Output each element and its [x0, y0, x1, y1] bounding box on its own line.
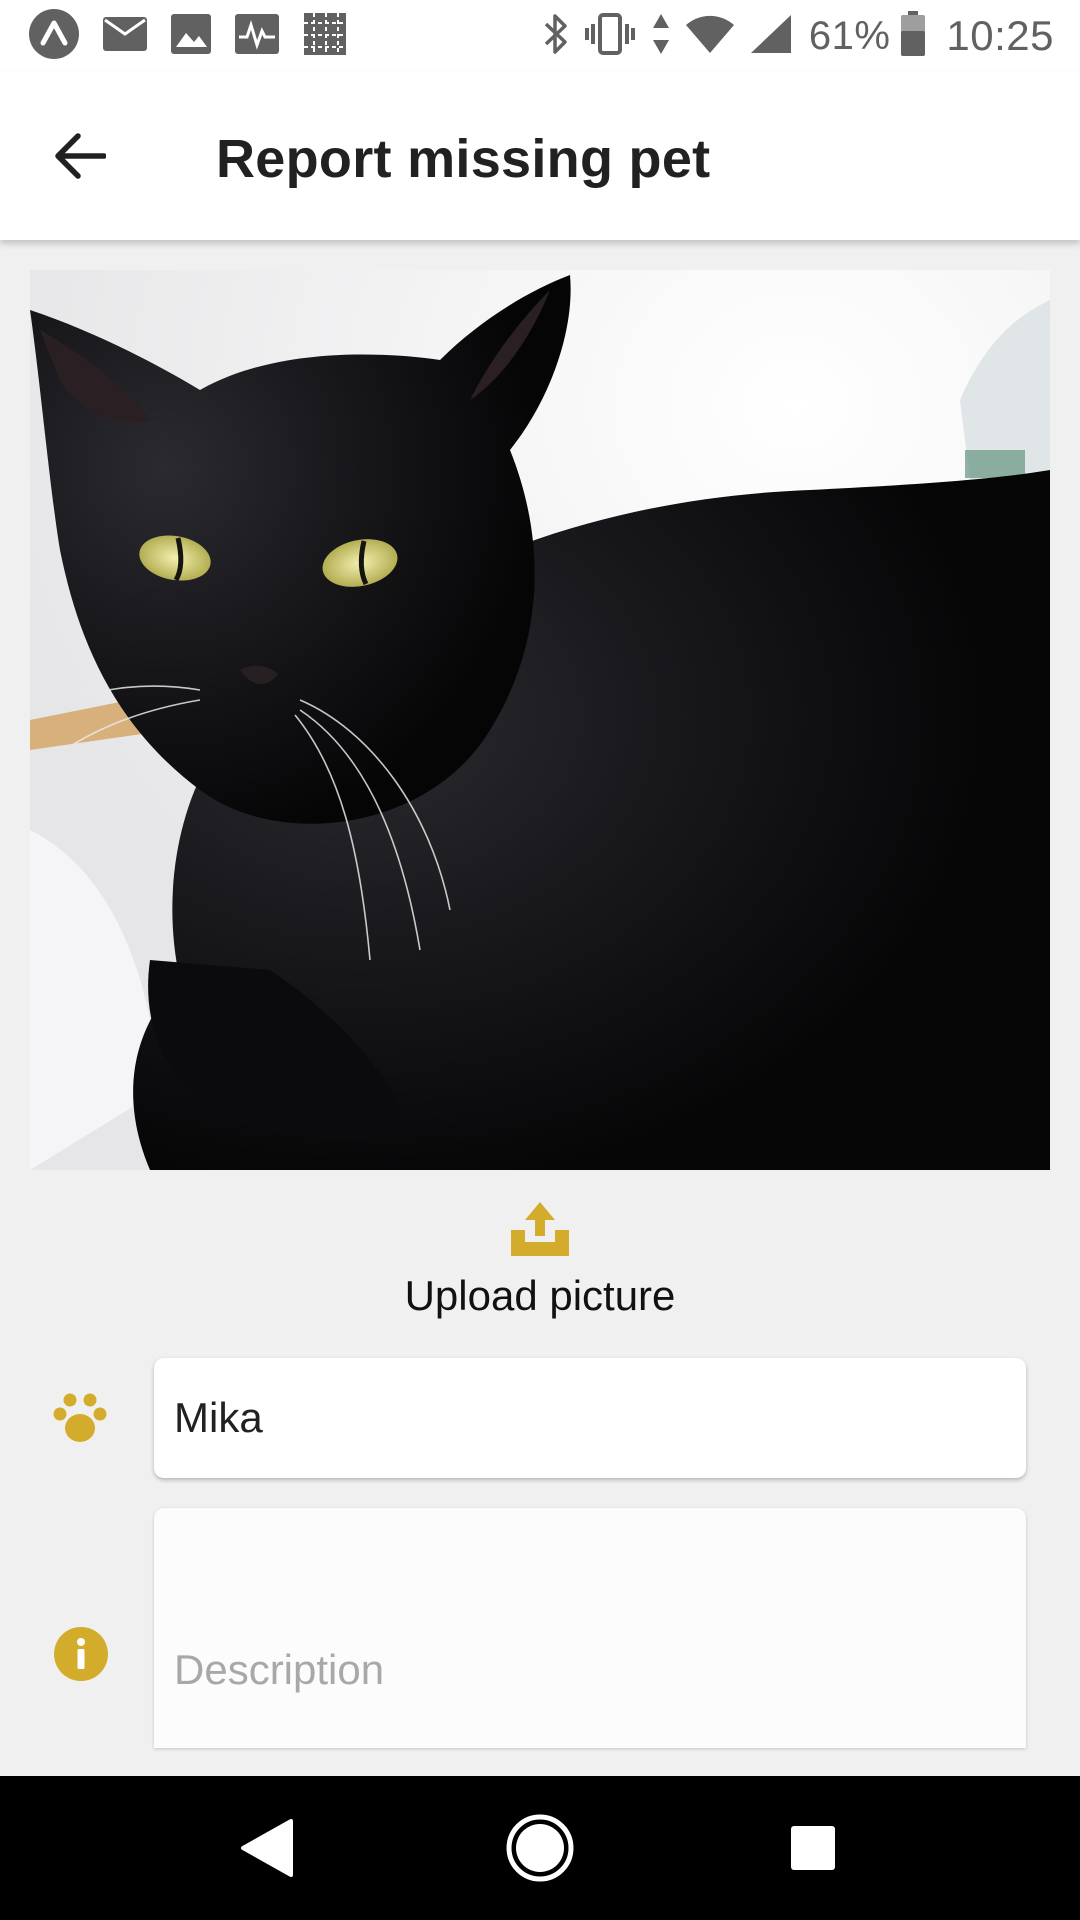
- bluetooth-icon: [543, 12, 569, 61]
- pet-photo: [30, 270, 1050, 1170]
- back-button[interactable]: [40, 116, 120, 196]
- data-arrows-icon: [651, 12, 671, 61]
- recents-square-icon: [791, 1826, 836, 1870]
- arrow-left-icon: [55, 133, 106, 179]
- pet-name-field[interactable]: [154, 1358, 1026, 1478]
- home-circle-icon: [506, 1814, 574, 1882]
- pulse-icon: [234, 13, 280, 60]
- status-bar: 61% 10:25: [0, 0, 1080, 72]
- status-system: 61% 10:25: [529, 10, 1054, 62]
- app-bar: Report missing pet: [0, 72, 1080, 240]
- vibrate-icon: [583, 12, 637, 61]
- app-icon: [28, 8, 80, 65]
- battery-percent: 61%: [808, 13, 891, 58]
- image-icon: [170, 13, 212, 60]
- clock: 10:25: [946, 12, 1054, 59]
- wifi-icon: [685, 13, 735, 60]
- page-title: Report missing pet: [216, 129, 711, 189]
- nav-recents-button[interactable]: [763, 1798, 863, 1898]
- pet-name-input[interactable]: [174, 1394, 1026, 1442]
- nav-back-button[interactable]: [217, 1798, 317, 1898]
- status-notifications: [28, 8, 370, 65]
- upload-picture-button[interactable]: Upload picture: [340, 1200, 740, 1330]
- description-input[interactable]: [174, 1646, 1006, 1716]
- back-triangle-icon: [240, 1819, 293, 1877]
- signal-icon: [749, 13, 793, 60]
- system-nav-bar: [0, 1776, 1080, 1920]
- upload-icon: [511, 1202, 569, 1256]
- mail-icon: [102, 16, 148, 57]
- description-field[interactable]: [154, 1508, 1026, 1748]
- battery-icon: [900, 10, 926, 62]
- pattern-icon: [302, 11, 348, 62]
- nav-home-button[interactable]: [490, 1798, 590, 1898]
- paw-icon: [50, 1388, 110, 1448]
- upload-label: Upload picture: [404, 1272, 676, 1319]
- info-icon: [51, 1624, 111, 1684]
